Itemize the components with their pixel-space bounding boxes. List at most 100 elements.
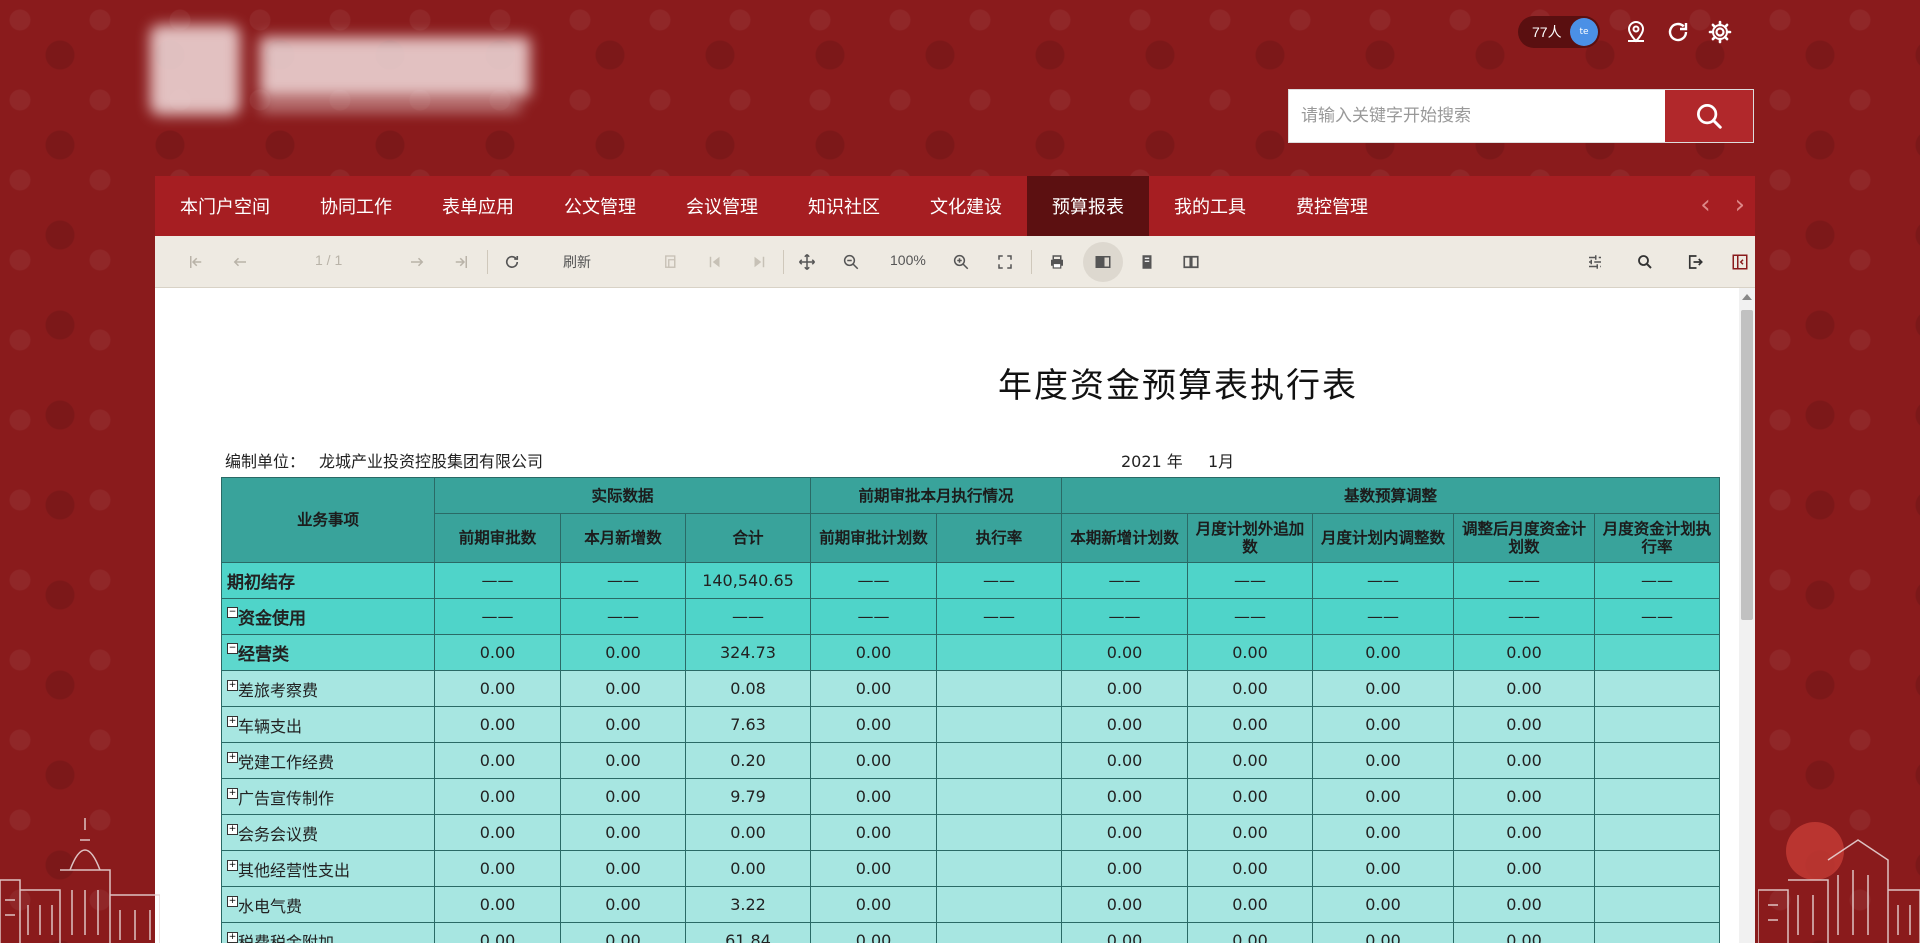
building-illustration-left [0,818,160,943]
table-row[interactable]: + 党建工作经费 0.00 0.00 0.20 0.00 0.00 0.00 0.00 0.00 [221,742,1720,779]
expand-toggle-icon[interactable]: + [227,787,238,799]
search-button[interactable] [1665,90,1753,142]
nav-item-culture[interactable]: 文化建设 [905,176,1027,236]
table-cell: 0.00 [434,850,561,887]
table-cell: 0.00 [560,922,686,943]
zoom-level[interactable]: 100% [890,252,926,268]
expand-toggle-icon[interactable]: + [227,751,238,763]
row-label: 税费税金附加 [238,932,335,943]
collapse-toggle-icon[interactable]: − [227,643,238,654]
row-label-cell: + 税费税金附加 [221,922,435,943]
company-logo [150,25,540,115]
nav-item-collaboration[interactable]: 协同工作 [295,176,417,236]
table-cell: 0.00 [434,886,561,923]
table-cell: —— [1453,562,1595,599]
refresh-icon[interactable] [1666,20,1690,44]
export-page-icon[interactable] [659,250,683,274]
table-cell: 0.00 [1453,634,1595,671]
scroll-up-arrow-icon[interactable] [1742,294,1752,300]
nav-item-expense-control[interactable]: 费控管理 [1271,176,1393,236]
expand-toggle-icon[interactable]: + [227,679,238,691]
step-back-icon[interactable] [703,250,727,274]
location-icon[interactable] [1624,20,1648,44]
table-cell: 0.00 [1453,814,1595,851]
step-forward-icon[interactable] [747,250,771,274]
table-cell: 0.20 [685,742,811,779]
nav-prev-chevron-icon[interactable]: ‹ [1700,190,1710,220]
collapse-toggle-icon[interactable]: − [227,607,238,618]
header-business: 业务事项 [221,477,435,563]
table-row[interactable]: + 水电气费 0.00 0.00 3.22 0.00 0.00 0.00 0.00 0.00 [221,886,1720,923]
refresh-button[interactable]: 刷新 [563,252,591,272]
table-cell: —— [560,598,686,635]
table-row[interactable]: 期初结存 —— —— 140,540.65 —— —— —— —— —— —— —— [221,562,1720,599]
unit-name: 龙城产业投资控股集团有限公司 [319,452,544,471]
settings-gear-icon[interactable] [1708,20,1732,44]
scrollbar-thumb[interactable] [1741,310,1753,620]
single-page-icon[interactable] [1135,250,1159,274]
expand-toggle-icon[interactable]: + [227,931,238,943]
col-header: 合计 [685,513,811,563]
online-users-pill[interactable]: 77人 te [1518,16,1600,48]
table-cell: 0.00 [685,850,811,887]
header-base: 基数预算调整 [1061,477,1720,514]
next-page-icon[interactable] [405,250,429,274]
nav-item-my-tools[interactable]: 我的工具 [1149,176,1271,236]
expand-toggle-icon[interactable]: + [227,715,238,727]
table-row[interactable]: + 差旅考察费 0.00 0.00 0.08 0.00 0.00 0.00 0.00 0.00 [221,670,1720,707]
parameters-sliders-icon[interactable] [1583,250,1607,274]
print-icon[interactable] [1045,250,1069,274]
table-cell [1594,634,1720,671]
table-cell: —— [1061,598,1188,635]
zoom-in-icon[interactable] [949,250,973,274]
page-indicator[interactable]: 1 / 1 [315,252,342,268]
toggle-sidebar-icon[interactable] [1728,250,1752,274]
nav-item-documents[interactable]: 公文管理 [539,176,661,236]
table-cell: 0.00 [1453,742,1595,779]
avatar[interactable]: te [1570,18,1598,46]
expand-toggle-icon[interactable]: + [227,823,238,835]
table-cell: 0.00 [810,742,937,779]
table-row[interactable]: + 广告宣传制作 0.00 0.00 9.79 0.00 0.00 0.00 0.00 0.00 [221,778,1720,815]
table-cell [936,922,1062,943]
table-cell: 0.00 [434,634,561,671]
reload-icon[interactable] [500,250,524,274]
table-row[interactable]: − 经营类 0.00 0.00 324.73 0.00 0.00 0.00 0.00 0.00 [221,634,1720,671]
dual-page-icon[interactable] [1179,250,1203,274]
nav-item-forms[interactable]: 表单应用 [417,176,539,236]
table-cell: 0.00 [810,922,937,943]
table-cell: 0.08 [685,670,811,707]
col-header: 本期新增计划数 [1061,513,1188,563]
search-box [1288,89,1754,143]
search-input[interactable] [1289,90,1664,142]
pan-move-icon[interactable] [795,250,819,274]
first-page-icon[interactable] [184,250,208,274]
last-page-icon[interactable] [449,250,473,274]
nav-next-chevron-icon[interactable]: › [1735,190,1745,220]
fullscreen-icon[interactable] [993,250,1017,274]
book-view-icon[interactable] [1091,250,1115,274]
table-row[interactable]: + 其他经营性支出 0.00 0.00 0.00 0.00 0.00 0.00 0.00 0.00 [221,850,1720,887]
table-cell: —— [685,598,811,635]
table-cell: 0.00 [810,886,937,923]
table-row[interactable]: + 税费税金附加 0.00 0.00 61.84 0.00 0.00 0.00 0.00 0.00 [221,922,1720,943]
expand-toggle-icon[interactable]: + [227,859,238,871]
table-row[interactable]: + 车辆支出 0.00 0.00 7.63 0.00 0.00 0.00 0.00 0.00 [221,706,1720,743]
nav-item-portal[interactable]: 本门户空间 [155,176,295,236]
table-cell: —— [1594,598,1720,635]
nav-item-knowledge[interactable]: 知识社区 [783,176,905,236]
table-cell: 0.00 [560,634,686,671]
report-title: 年度资金预算表执行表 [998,366,1358,406]
find-search-icon[interactable] [1633,250,1657,274]
zoom-out-icon[interactable] [839,250,863,274]
table-cell: —— [810,598,937,635]
prev-page-icon[interactable] [228,250,252,274]
table-row[interactable]: + 会务会议费 0.00 0.00 0.00 0.00 0.00 0.00 0.00 0.00 [221,814,1720,851]
nav-item-budget-reports[interactable]: 预算报表 [1027,176,1149,236]
export-icon[interactable] [1683,250,1707,274]
row-label: 会务会议费 [238,824,319,844]
main-nav: 本门户空间 协同工作 表单应用 公文管理 会议管理 知识社区 文化建设 预算报表… [155,176,1755,236]
table-row[interactable]: − 资金使用 —— —— —— —— —— —— —— —— —— —— [221,598,1720,635]
expand-toggle-icon[interactable]: + [227,895,238,907]
nav-item-meetings[interactable]: 会议管理 [661,176,783,236]
